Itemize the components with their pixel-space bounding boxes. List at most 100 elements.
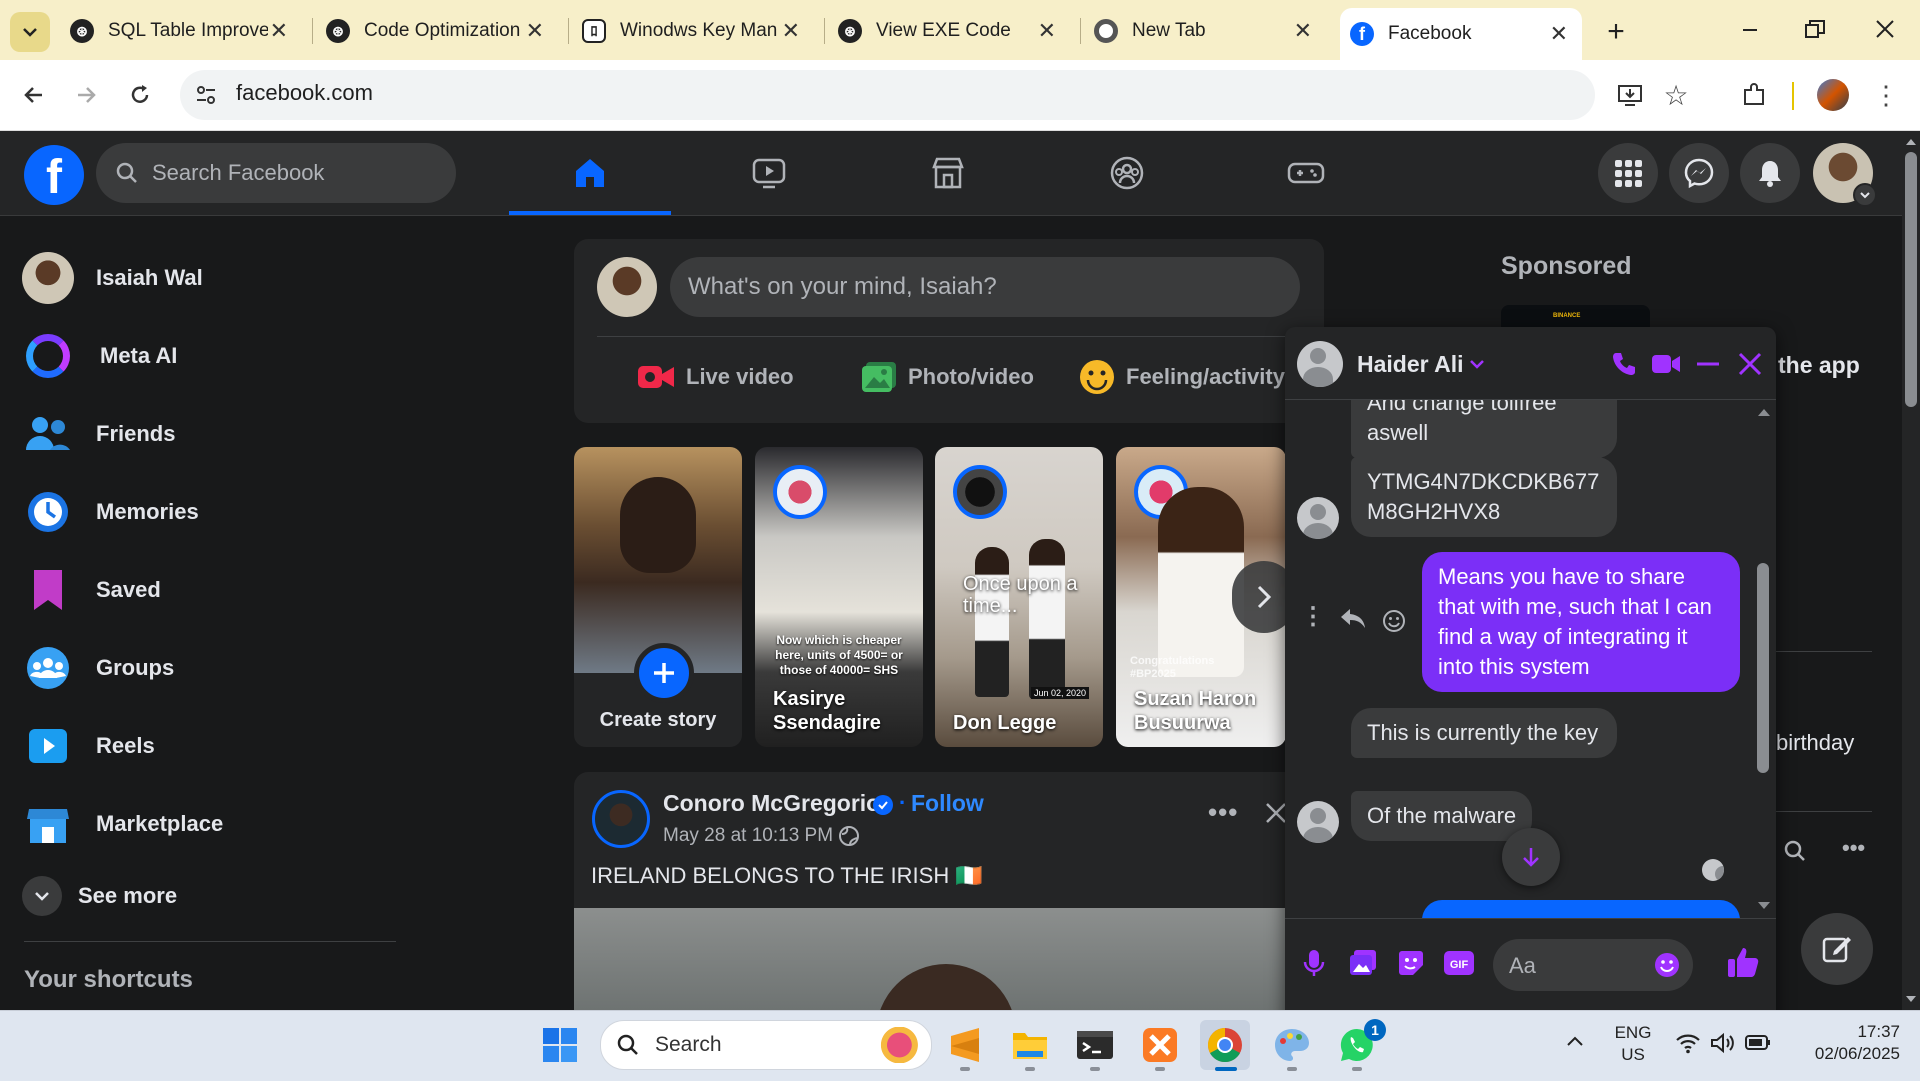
browser-tab[interactable]: ⊛ View EXE Code ✕	[838, 8, 1070, 54]
see-more-button[interactable]: See more	[22, 864, 402, 928]
facebook-logo[interactable]: f	[24, 145, 84, 205]
photo-video-button[interactable]: Photo/video	[860, 355, 1034, 399]
terminal-app[interactable]	[1070, 1020, 1120, 1070]
start-button[interactable]	[535, 1020, 585, 1070]
page-scroll-thumb[interactable]	[1905, 152, 1917, 407]
add-story-button[interactable]	[634, 643, 694, 703]
browser-tab[interactable]: ⊛ SQL Table Improve ✕	[70, 8, 302, 54]
contacts-more-icon[interactable]: •••	[1842, 835, 1865, 861]
ad-text-partial[interactable]: the app	[1778, 352, 1860, 379]
bookmark-star-icon[interactable]: ☆	[1656, 75, 1696, 115]
live-video-button[interactable]: Live video	[636, 355, 794, 399]
close-icon[interactable]: ✕	[526, 18, 544, 44]
reply-icon[interactable]	[1339, 606, 1367, 635]
sidebar-item-groups[interactable]: Groups	[22, 636, 402, 700]
video-call-button[interactable]	[1651, 352, 1681, 381]
taskbar-search[interactable]: Search	[600, 1020, 932, 1070]
chat-contact-name[interactable]: Haider Ali	[1357, 351, 1464, 378]
kebab-menu-icon[interactable]: ⋮	[1866, 75, 1906, 115]
language-indicator[interactable]: ENG US	[1608, 1022, 1658, 1066]
address-bar[interactable]	[180, 70, 1595, 120]
restore-window-button[interactable]	[1800, 16, 1830, 44]
attach-photo-button[interactable]	[1348, 948, 1378, 983]
nav-gaming[interactable]	[1276, 148, 1336, 198]
chrome-app[interactable]	[1200, 1020, 1250, 1070]
browser-tab[interactable]: New Tab ✕	[1094, 8, 1326, 54]
notifications-button[interactable]	[1740, 143, 1800, 203]
story-card[interactable]: Once upon a time... Jun 02, 2020 Don Leg…	[935, 447, 1103, 747]
new-message-button[interactable]	[1801, 913, 1873, 985]
sidebar-item-profile[interactable]: Isaiah Wal	[22, 246, 402, 310]
chat-scroll-down[interactable]	[1756, 898, 1772, 914]
sublime-text-app[interactable]	[940, 1020, 990, 1070]
account-menu-chevron[interactable]	[1853, 183, 1877, 207]
reload-button[interactable]	[120, 75, 160, 115]
battery-icon[interactable]	[1745, 1034, 1771, 1057]
show-hidden-icons-button[interactable]	[1565, 1032, 1585, 1057]
close-icon[interactable]: ✕	[1038, 18, 1056, 44]
wifi-icon[interactable]	[1675, 1032, 1701, 1059]
message-input[interactable]: Aa	[1493, 939, 1693, 991]
nav-video[interactable]	[739, 148, 799, 198]
menu-button[interactable]	[1598, 143, 1658, 203]
post-more-options-icon[interactable]: •••	[1208, 797, 1238, 828]
sidebar-item-memories[interactable]: Memories	[22, 480, 402, 544]
new-tab-button[interactable]: +	[1596, 12, 1636, 52]
minimize-chat-button[interactable]	[1694, 352, 1722, 381]
xampp-app[interactable]	[1135, 1020, 1185, 1070]
message-more-icon[interactable]: ⋮	[1301, 602, 1325, 631]
volume-icon[interactable]	[1710, 1032, 1736, 1059]
composer-input[interactable]: What's on your mind, Isaiah?	[670, 257, 1300, 317]
nav-home[interactable]	[560, 148, 620, 198]
ad-image[interactable]: BINANCE	[1501, 305, 1650, 327]
chat-contact-avatar[interactable]	[1297, 341, 1343, 387]
file-explorer-app[interactable]	[1005, 1020, 1055, 1070]
site-info-icon[interactable]	[186, 75, 226, 115]
close-icon[interactable]: ✕	[1550, 21, 1568, 47]
nav-marketplace[interactable]	[918, 148, 978, 198]
install-app-icon[interactable]	[1610, 75, 1650, 115]
sidebar-item-marketplace[interactable]: Marketplace	[22, 792, 402, 856]
browser-tab[interactable]: ﾛ Winodws Key Man ✕	[582, 8, 814, 54]
search-input[interactable]: Search Facebook	[96, 143, 456, 203]
forward-button[interactable]	[66, 75, 106, 115]
react-emoji-icon[interactable]	[1381, 608, 1407, 639]
like-send-button[interactable]	[1726, 945, 1760, 984]
close-window-button[interactable]	[1870, 16, 1900, 44]
chat-scroll-thumb[interactable]	[1757, 563, 1769, 773]
minimize-window-button[interactable]	[1735, 18, 1765, 42]
browser-tab-active[interactable]: f Facebook ✕	[1340, 8, 1582, 60]
chat-contact-chevron[interactable]	[1468, 355, 1486, 378]
post-author-name[interactable]: Conoro McGregorio	[663, 790, 880, 817]
follow-link[interactable]: Follow	[911, 790, 984, 817]
close-icon[interactable]: ✕	[1294, 18, 1312, 44]
extensions-icon[interactable]	[1734, 75, 1774, 115]
contacts-search-icon[interactable]	[1782, 838, 1808, 869]
scroll-to-bottom-button[interactable]	[1502, 828, 1560, 886]
sticker-button[interactable]	[1396, 948, 1426, 983]
messenger-button[interactable]	[1669, 143, 1729, 203]
post-author-avatar[interactable]	[592, 790, 650, 848]
create-story-card[interactable]: Create story	[574, 447, 742, 747]
close-icon[interactable]: ✕	[782, 18, 800, 44]
gif-button[interactable]: GIF	[1443, 948, 1475, 983]
sidebar-item-friends[interactable]: Friends	[22, 402, 402, 466]
url-text[interactable]: facebook.com	[236, 80, 373, 106]
voice-clip-button[interactable]	[1302, 948, 1326, 983]
chat-scroll-up[interactable]	[1756, 404, 1772, 420]
profile-avatar[interactable]	[1817, 79, 1849, 111]
post-image[interactable]	[574, 908, 1304, 1010]
clock[interactable]: 17:37 02/06/2025	[1790, 1021, 1900, 1065]
browser-tab[interactable]: ⊛ Code Optimization ✕	[326, 8, 558, 54]
post-timestamp[interactable]: May 28 at 10:13 PM	[663, 825, 833, 847]
scroll-down-arrow[interactable]	[1904, 992, 1918, 1011]
story-card[interactable]: Now which is cheaper here, units of 4500…	[755, 447, 923, 747]
close-chat-button[interactable]	[1736, 350, 1764, 383]
sidebar-item-saved[interactable]: Saved	[22, 558, 402, 622]
audio-call-button[interactable]	[1610, 350, 1638, 383]
sidebar-item-reels[interactable]: Reels	[22, 714, 402, 778]
back-button[interactable]	[14, 75, 54, 115]
feeling-activity-button[interactable]: Feeling/activity	[1078, 355, 1285, 399]
nav-groups[interactable]	[1097, 148, 1157, 198]
tab-search-button[interactable]	[10, 12, 50, 52]
